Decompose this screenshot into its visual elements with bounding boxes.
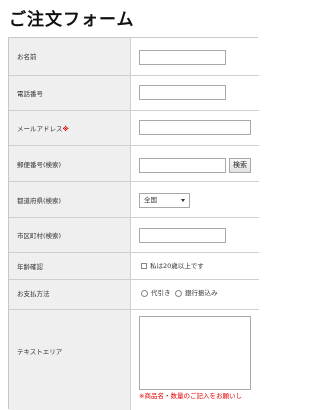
form-row-name: お名前 bbox=[9, 38, 259, 76]
chevron-down-icon bbox=[181, 199, 185, 202]
textarea-label: テキストエリア bbox=[17, 348, 63, 356]
payment-option-cod: 代引き bbox=[151, 289, 171, 297]
email-label: メールアドレス※ bbox=[17, 125, 69, 133]
phone-input[interactable] bbox=[139, 85, 226, 100]
prefecture-value: 全国 bbox=[144, 196, 157, 204]
payment-radio-bank[interactable] bbox=[175, 290, 182, 297]
form-row-prefecture: 都道府県(検索) 全国 bbox=[9, 182, 259, 218]
required-mark: ※ bbox=[62, 125, 69, 133]
order-form: お名前 電話番号 メールアドレス※ 郵便番号(検索) 検索 都道府県(検索) 全… bbox=[8, 37, 259, 410]
form-row-city: 市区町村(検索) bbox=[9, 218, 259, 253]
message-textarea[interactable] bbox=[139, 316, 251, 390]
payment-option-bank: 銀行振込み bbox=[185, 289, 218, 297]
form-row-email: メールアドレス※ bbox=[9, 111, 259, 146]
name-input[interactable] bbox=[139, 50, 226, 65]
prefecture-label: 都道府県(検索) bbox=[17, 197, 62, 205]
form-row-age: 年齢確認 私は20歳以上です bbox=[9, 253, 259, 280]
payment-label: お支払方法 bbox=[17, 290, 50, 298]
payment-radio-cod[interactable] bbox=[141, 290, 148, 297]
age-checkbox-label: 私は20歳以上です bbox=[150, 262, 204, 270]
form-row-payment: お支払方法 代引き 銀行振込み bbox=[9, 280, 259, 310]
form-row-phone: 電話番号 bbox=[9, 76, 259, 111]
page-title: ご注文フォーム bbox=[9, 10, 135, 30]
phone-label: 電話番号 bbox=[17, 90, 43, 98]
email-input[interactable] bbox=[139, 120, 251, 135]
textarea-note: ※商品名・数量のご記入をお願いし bbox=[139, 392, 242, 400]
form-row-postal: 郵便番号(検索) 検索 bbox=[9, 146, 259, 182]
age-label: 年齢確認 bbox=[17, 263, 43, 271]
name-label: お名前 bbox=[17, 53, 37, 61]
postal-label: 郵便番号(検索) bbox=[17, 161, 62, 169]
city-label: 市区町村(検索) bbox=[17, 232, 62, 240]
city-input[interactable] bbox=[139, 228, 226, 243]
postal-input[interactable] bbox=[139, 158, 226, 173]
form-row-textarea: テキストエリア ※商品名・数量のご記入をお願いし bbox=[9, 310, 259, 410]
search-button[interactable]: 検索 bbox=[229, 158, 251, 173]
prefecture-select[interactable]: 全国 bbox=[139, 193, 190, 208]
age-checkbox[interactable] bbox=[141, 263, 147, 269]
